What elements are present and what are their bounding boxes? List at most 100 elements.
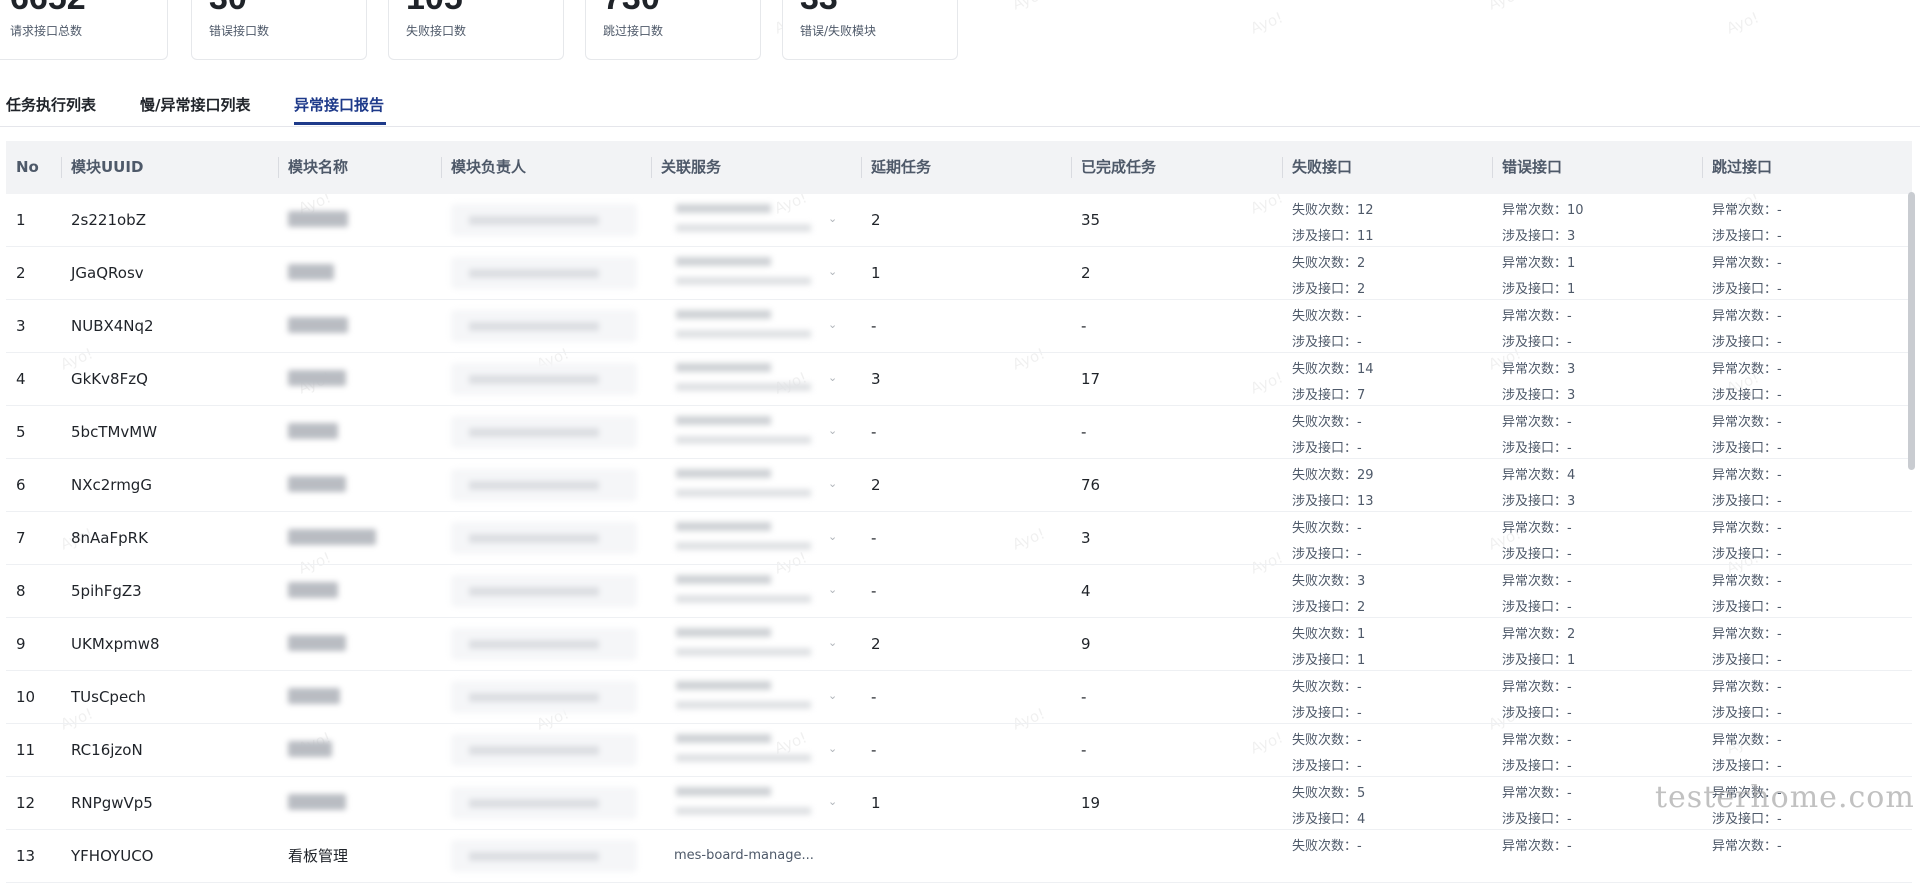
module-owner-select[interactable] xyxy=(451,628,637,660)
module-owner-select[interactable] xyxy=(451,310,637,342)
module-owner-select[interactable] xyxy=(451,787,637,819)
table-row[interactable]: 6 NXc2rmgG ⌄ 2 76 失败次数：29 涉及接口：13 异常次数：4 涉及接口：3 异… xyxy=(6,459,1912,512)
related-services-select[interactable] xyxy=(666,305,826,347)
module-owner-select[interactable] xyxy=(451,469,637,501)
service-tag xyxy=(676,416,771,425)
cell-completed-tasks: 76 xyxy=(1081,476,1101,494)
table-row[interactable]: 2 JGaQRosv ⌄ 1 2 失败次数：2 涉及接口：2 异常次数：1 涉及接口：1 异常次数… xyxy=(6,247,1912,300)
chevron-down-icon[interactable]: ⌄ xyxy=(828,530,837,543)
count-value: 14 xyxy=(1357,362,1374,377)
chevron-down-icon[interactable]: ⌄ xyxy=(828,477,837,490)
service-tag xyxy=(676,595,811,603)
tab-task-execution-list[interactable]: 任务执行列表 xyxy=(6,94,96,115)
count-value: 3 xyxy=(1357,574,1366,589)
related-services-select[interactable] xyxy=(666,358,826,400)
vertical-scrollbar[interactable] xyxy=(1908,192,1915,470)
count-line: 异常次数：- xyxy=(1712,252,1782,271)
stat-value: 105 xyxy=(406,0,463,18)
module-owner-select[interactable] xyxy=(451,734,637,766)
involved-value: - xyxy=(1777,653,1782,668)
module-owner-select[interactable] xyxy=(451,363,637,395)
chevron-down-icon[interactable]: ⌄ xyxy=(828,742,837,755)
involved-value: - xyxy=(1777,388,1782,403)
related-services-select[interactable] xyxy=(666,411,826,453)
chevron-down-icon[interactable]: ⌄ xyxy=(828,265,837,278)
table-row[interactable]: 4 GkKv8FzQ ⌄ 3 17 失败次数：14 涉及接口：7 异常次数：3 涉及接口：3 异常… xyxy=(6,353,1912,406)
cell-no: 9 xyxy=(16,635,26,653)
count-label: 异常次数： xyxy=(1502,839,1568,854)
table-row[interactable]: 7 8nAaFpRK ⌄ -3 失败次数：- 涉及接口：- 异常次数：- 涉及接口：- 异常次数… xyxy=(6,512,1912,565)
table-row[interactable]: 8 5pihFgZ3 ⌄ -4 失败次数：3 涉及接口：2 异常次数：- 涉及接口：- 异常次数… xyxy=(6,565,1912,618)
involved-line: 涉及接口：- xyxy=(1712,702,1782,721)
chevron-down-icon[interactable]: ⌄ xyxy=(828,424,837,437)
cell-module-uuid: 8nAaFpRK xyxy=(71,529,148,547)
count-line: 异常次数：- xyxy=(1502,729,1572,748)
involved-value: 3 xyxy=(1567,388,1576,403)
count-value: - xyxy=(1777,574,1782,589)
related-services-select[interactable] xyxy=(666,464,826,506)
column-header-error-apis: 错误接口 xyxy=(1492,141,1562,194)
table-row[interactable]: 1 2s221obZ ⌄ 2 35 失败次数：12 涉及接口：11 异常次数：10 涉及接口：3… xyxy=(6,194,1912,247)
count-value: 1 xyxy=(1567,256,1576,271)
table-row[interactable]: 11 RC16jzoN ⌄ - - 失败次数：- 涉及接口：- 异常次数：- 涉及接口：- 异常次… xyxy=(6,724,1912,777)
involved-value: 4 xyxy=(1357,812,1366,827)
count-value: - xyxy=(1567,680,1572,695)
module-owner-select[interactable] xyxy=(451,840,637,872)
involved-line: 涉及接口：- xyxy=(1292,437,1362,456)
count-line: 异常次数：- xyxy=(1712,358,1782,377)
count-line: 异常次数：- xyxy=(1712,623,1782,642)
table-row[interactable]: 12 RNPgwVp5 ⌄ 1 19 失败次数：5 涉及接口：4 异常次数：- 涉及接口：- 异常… xyxy=(6,777,1912,830)
module-owner-select[interactable] xyxy=(451,257,637,289)
cell-completed-tasks: - xyxy=(1081,741,1087,759)
stat-card-skipped-apis: 730 跳过接口数 xyxy=(585,0,761,60)
tab-abnormal-api-report[interactable]: 异常接口报告 xyxy=(294,94,384,115)
related-services-select[interactable] xyxy=(666,570,826,612)
involved-line: 涉及接口：3 xyxy=(1502,384,1575,403)
involved-value: - xyxy=(1357,547,1362,562)
table-row[interactable]: 13 YFHOYUCO 看板管理 mes-board-manage... 失败次数：- 异… xyxy=(6,830,1912,883)
cell-delayed-tasks: - xyxy=(871,688,877,706)
module-owner-select[interactable] xyxy=(451,681,637,713)
chevron-down-icon[interactable]: ⌄ xyxy=(828,795,837,808)
related-services-select[interactable] xyxy=(666,623,826,665)
related-services-select[interactable] xyxy=(666,252,826,294)
chevron-down-icon[interactable]: ⌄ xyxy=(828,583,837,596)
table-row[interactable]: 9 UKMxpmw8 ⌄ 2 9 失败次数：1 涉及接口：1 异常次数：2 涉及接口：1 异常次数… xyxy=(6,618,1912,671)
involved-line: 涉及接口：- xyxy=(1502,755,1572,774)
involved-value: 2 xyxy=(1357,282,1366,297)
related-services-select[interactable] xyxy=(666,517,826,559)
cell-related-service[interactable]: mes-board-manage... xyxy=(674,830,814,882)
module-owner-select[interactable] xyxy=(451,416,637,448)
column-header-label: 关联服务 xyxy=(661,158,722,176)
chevron-down-icon[interactable]: ⌄ xyxy=(828,371,837,384)
module-owner-select[interactable] xyxy=(451,522,637,554)
involved-value: - xyxy=(1567,812,1572,827)
involved-line: 涉及接口：- xyxy=(1712,278,1782,297)
table-row[interactable]: 10 TUsCpech ⌄ - - 失败次数：- 涉及接口：- 异常次数：- 涉及接口：- 异常次… xyxy=(6,671,1912,724)
cell-delayed-tasks: - xyxy=(871,317,877,335)
stat-value: 30 xyxy=(209,0,247,18)
column-separator xyxy=(278,157,279,178)
chevron-down-icon[interactable]: ⌄ xyxy=(828,636,837,649)
module-owner-select[interactable] xyxy=(451,204,637,236)
related-services-select[interactable] xyxy=(666,199,826,241)
chevron-down-icon[interactable]: ⌄ xyxy=(828,212,837,225)
involved-label: 涉及接口： xyxy=(1292,812,1358,827)
chevron-down-icon[interactable]: ⌄ xyxy=(828,689,837,702)
count-line: 失败次数：5 xyxy=(1292,782,1365,801)
related-services-select[interactable] xyxy=(666,782,826,824)
count-line: 异常次数：- xyxy=(1502,411,1572,430)
involved-line: 涉及接口：- xyxy=(1292,543,1362,562)
module-owner-select[interactable] xyxy=(451,575,637,607)
table-row[interactable]: 5 5bcTMvMW ⌄ - - 失败次数：- 涉及接口：- 异常次数：- 涉及接口：- 异常次数… xyxy=(6,406,1912,459)
involved-line: 涉及接口：- xyxy=(1712,755,1782,774)
related-services-select[interactable] xyxy=(666,729,826,771)
involved-label: 涉及接口： xyxy=(1292,282,1358,297)
service-tag xyxy=(676,681,771,690)
related-services-select[interactable] xyxy=(666,676,826,718)
chevron-down-icon[interactable]: ⌄ xyxy=(828,318,837,331)
table-row[interactable]: 3 NUBX4Nq2 ⌄ - - 失败次数：- 涉及接口：- 异常次数：- 涉及接口：- 异常次数… xyxy=(6,300,1912,353)
count-line: 异常次数：10 xyxy=(1502,199,1584,218)
count-line: 失败次数：12 xyxy=(1292,199,1374,218)
tab-slow-abnormal-api-list[interactable]: 慢/异常接口列表 xyxy=(140,94,250,115)
